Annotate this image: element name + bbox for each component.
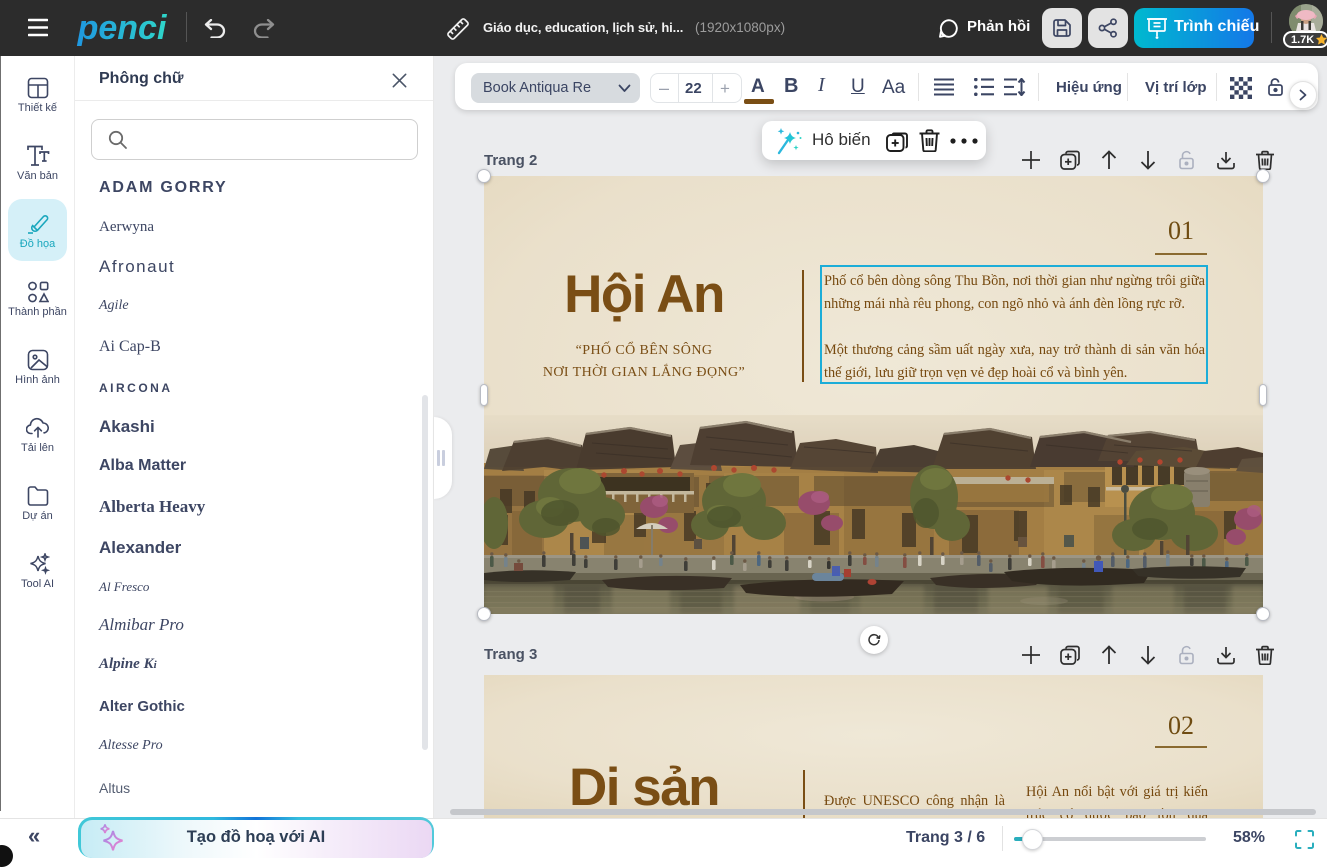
svg-text:penci: penci <box>77 9 168 47</box>
